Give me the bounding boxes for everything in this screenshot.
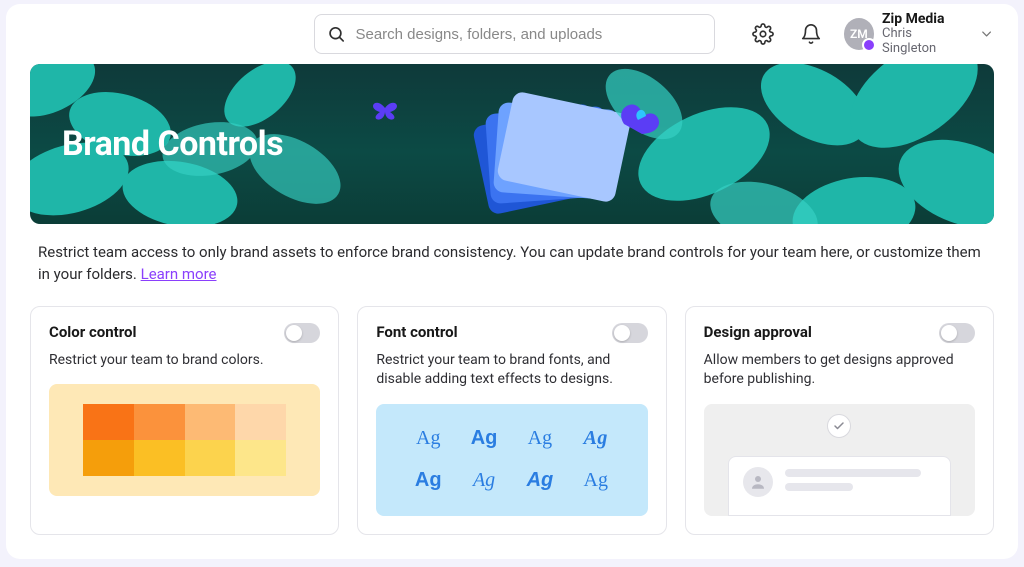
search-field[interactable] — [314, 14, 715, 54]
font-sample: Ag — [527, 469, 554, 492]
design-approval-title: Design approval — [704, 323, 812, 341]
search-icon — [327, 24, 345, 44]
font-sample: Ag — [415, 469, 442, 492]
color-swatch — [185, 404, 236, 440]
design-approval-toggle[interactable] — [939, 323, 975, 343]
page-banner: Brand Controls — [30, 64, 994, 224]
font-sample: Ag — [473, 469, 495, 492]
illustration-butterfly — [370, 94, 400, 122]
page-intro: Restrict team access to only brand asset… — [30, 224, 994, 286]
illustration-leaves-right — [604, 64, 994, 224]
avatar: ZM — [844, 18, 874, 50]
account-switcher[interactable]: ZM Zip Media Chris Singleton — [844, 11, 994, 57]
learn-more-link[interactable]: Learn more — [141, 265, 217, 283]
color-swatch-preview — [49, 384, 320, 496]
font-control-title: Font control — [376, 323, 457, 341]
bell-icon — [800, 23, 822, 45]
font-sample-preview: Ag Ag Ag Ag Ag Ag Ag Ag — [376, 404, 647, 516]
placeholder-line — [785, 469, 921, 477]
org-name: Zip Media — [882, 11, 965, 27]
color-swatch — [83, 440, 134, 476]
font-control-card: Font control Restrict your team to brand… — [357, 306, 666, 535]
avatar-badge — [862, 38, 876, 52]
color-swatch — [83, 404, 134, 440]
color-control-title: Color control — [49, 323, 136, 341]
font-sample: Ag — [416, 427, 440, 450]
check-icon — [827, 414, 851, 438]
org-user: Chris Singleton — [882, 27, 965, 57]
design-approval-desc: Allow members to get designs approved be… — [704, 351, 975, 390]
app-frame: ZM Zip Media Chris Singleton — [6, 4, 1018, 559]
design-approval-card: Design approval Allow members to get des… — [685, 306, 994, 535]
font-sample: Ag — [584, 469, 608, 492]
color-control-card: Color control Restrict your team to bran… — [30, 306, 339, 535]
page-title: Brand Controls — [62, 124, 283, 164]
color-swatch — [235, 440, 286, 476]
color-swatch — [134, 404, 185, 440]
font-sample: Ag — [471, 427, 498, 450]
font-sample: Ag — [528, 427, 552, 450]
approval-mock-card — [728, 456, 951, 516]
color-swatch — [134, 440, 185, 476]
color-control-toggle[interactable] — [284, 323, 320, 343]
person-icon — [743, 467, 773, 497]
placeholder-line — [785, 483, 853, 491]
notifications-button[interactable] — [795, 17, 828, 51]
gear-icon — [752, 23, 774, 45]
settings-button[interactable] — [747, 17, 780, 51]
search-input[interactable] — [355, 26, 701, 43]
chevron-down-icon — [979, 26, 994, 42]
topbar: ZM Zip Media Chris Singleton — [6, 4, 1018, 64]
color-swatch — [185, 440, 236, 476]
font-sample: Ag — [584, 427, 608, 450]
font-control-toggle[interactable] — [612, 323, 648, 343]
approval-preview — [704, 404, 975, 516]
controls-grid: Color control Restrict your team to bran… — [6, 286, 1018, 535]
color-swatch — [235, 404, 286, 440]
font-control-desc: Restrict your team to brand fonts, and d… — [376, 351, 647, 390]
color-control-desc: Restrict your team to brand colors. — [49, 351, 320, 371]
